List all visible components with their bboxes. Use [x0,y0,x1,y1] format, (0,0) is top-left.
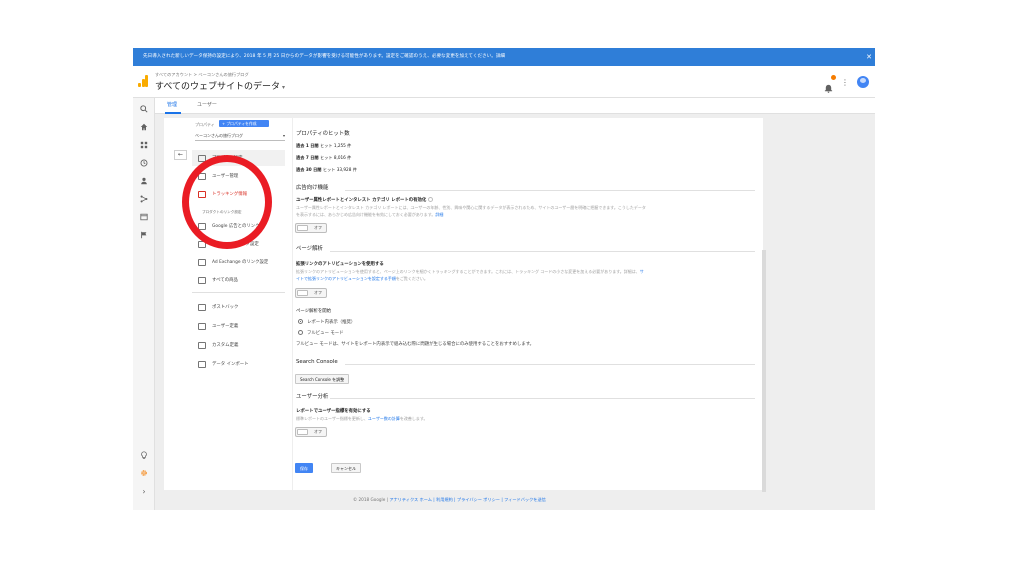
hits-title: プロパティのヒット数 [296,131,350,137]
user-metric-desc: 標準レポートのユーザー指標を更新し、ユーザー数の計算を改善します。 [296,416,428,421]
user-analysis-title: ユーザー分析 [296,394,329,400]
adexchange-icon [198,258,206,266]
enhanced-link-toggle[interactable]: オフ [295,288,327,298]
ads-features-title: 広告向け機能 [296,185,329,191]
customization-icon[interactable] [133,138,155,152]
notification-icon[interactable] [824,74,836,93]
page-analytics-start-heading: ページ解析を開始 [296,309,332,314]
menu-divider [192,292,285,293]
toggle-knob [297,225,308,231]
cancel-button[interactable]: キャンセル [331,463,361,473]
tab-user[interactable]: ユーザー [197,101,217,108]
admin-gear-icon[interactable] [133,466,155,480]
user-definition-icon [198,322,206,330]
analytics-logo [138,75,148,87]
banner-text[interactable]: 先日導入された新しいデータ保持の設定により、2018 年 5 月 25 日からの… [143,54,505,59]
user-metric-toggle[interactable]: オフ [295,427,327,437]
close-icon[interactable]: ✕ [866,48,872,66]
footer: © 2018 Google | アナリティクス ホーム | 利用規約 | プライ… [353,497,546,502]
toggle-knob [297,429,308,435]
tab-admin[interactable]: 管理 [167,101,177,108]
settings-panel [293,118,763,490]
lightbulb-icon[interactable] [133,448,155,462]
search-console-title: Search Console [296,359,338,365]
user-count-link[interactable]: ユーザー数の計算 [368,416,400,421]
menu-item-custom-definitions[interactable]: カスタム定義 [192,337,285,353]
view-selector[interactable]: すべてのウェブサイトのデータ ▾ [155,79,285,92]
annotation-red-circle [182,155,272,249]
products-icon [198,276,206,284]
menu-item-adexchange-links[interactable]: Ad Exchange のリンク設定 [192,254,285,270]
hits-row-30: 過去 30 日間 ヒット 33,928 件 [296,167,357,172]
radio-full-view[interactable]: フルビュー モード [298,330,344,336]
divider [345,190,755,191]
ads-heading: ユーザー属性レポートとインタレスト カテゴリ レポートの有効化 [296,197,434,203]
footer-links[interactable]: アナリティクス ホーム | 利用規約 | プライバシー ポリシー | フィードバ… [389,497,546,502]
user-metric-heading: レポートでユーザー指標を有効にする [296,409,371,414]
divider [345,364,755,365]
data-retention-banner: 先日導入された新しいデータ保持の設定により、2018 年 5 月 25 日からの… [133,48,875,66]
more-vert-icon[interactable]: ⋮ [841,78,849,87]
dd-icon [198,360,206,368]
avatar[interactable] [857,76,869,88]
radio-selected [298,319,303,324]
divider [330,251,755,252]
hits-row-1: 過去 1 日間 ヒット 1,255 件 [296,143,352,148]
property-select-value: ベーコンさんの旅行ブログ [195,133,243,138]
ads-desc-1: ユーザー属性レポートとインタレスト カテゴリ レポートには、ユーザーの年齢、性別… [296,205,646,210]
page-analytics-title: ページ解析 [296,246,323,252]
view-title: すべてのウェブサイトのデータ [155,82,281,92]
chevron-down-icon: ▾ [282,133,285,138]
hits-row-7: 過去 7 日間 ヒット 8,016 件 [296,155,352,160]
radio-in-page[interactable]: レポート内表示（推奨） [298,319,355,325]
info-icon[interactable] [428,197,434,202]
save-button[interactable]: 保存 [295,463,313,473]
scrollbar[interactable] [762,250,766,492]
left-nav: › [133,98,155,510]
audience-person-icon[interactable] [133,174,155,188]
chevron-down-icon: ▾ [282,84,286,91]
breadcrumb[interactable]: すべてのアカウント > ベーコンさんの旅行ブログ [155,72,249,78]
radio-unselected [298,330,303,335]
admin-tabs: 管理 ユーザー [155,98,875,114]
menu-item-postback[interactable]: ポストバック [192,299,285,315]
menu-item-all-products[interactable]: すべての商品 [192,272,285,288]
search-icon[interactable] [133,102,155,116]
enhanced-link-desc-2: イトで拡張リンクのアトリビューションを設定する手順をご覧ください。 [296,276,428,281]
back-arrow-icon[interactable]: ← [174,150,187,160]
ads-desc-2: を表示するには、あらかじめ広告向け機能を有効にしておく必要があります。詳細 [296,212,444,217]
ads-toggle[interactable]: オフ [295,223,327,233]
menu-item-user-definition[interactable]: ユーザー定義 [192,318,285,334]
postback-icon [198,303,206,311]
full-view-desc: フルビュー モードは、サイトをレポート内表示で組み込む際に問題が生じる場合にのみ… [296,342,535,347]
acquisition-icon[interactable] [133,192,155,206]
ads-learn-more-link[interactable]: 詳細 [435,212,443,217]
enhanced-link-help-link-2[interactable]: イトで拡張リンクのアトリビューションを設定する手順 [296,276,396,281]
enhanced-link-heading: 拡張リンクのアトリビューションを使用する [296,262,384,267]
home-icon[interactable] [133,120,155,134]
conversions-flag-icon[interactable] [133,228,155,242]
property-select[interactable]: ベーコンさんの旅行ブログ ▾ [195,133,285,141]
app-bar: すべてのアカウント > ベーコンさんの旅行ブログ すべてのウェブサイトのデータ ▾… [133,66,875,98]
notification-badge [831,74,836,80]
dd-icon [198,341,206,349]
realtime-clock-icon[interactable] [133,156,155,170]
toggle-knob [297,290,308,296]
create-property-button[interactable]: + プロパティを作成 [219,120,269,127]
enhanced-link-desc-1: 拡張リンクのアトリビューションを使用すると、ページ上のリンクを細かくトラッキング… [296,269,644,274]
expand-chevron-icon[interactable]: › [133,484,155,498]
enhanced-link-help-link[interactable]: サ [640,269,644,274]
divider [330,398,755,399]
adjust-search-console-button[interactable]: Search Console を調整 [295,374,350,384]
behavior-icon[interactable] [133,210,155,224]
property-label: プロパティ [195,122,215,127]
menu-item-data-import[interactable]: データ インポート [192,356,285,372]
